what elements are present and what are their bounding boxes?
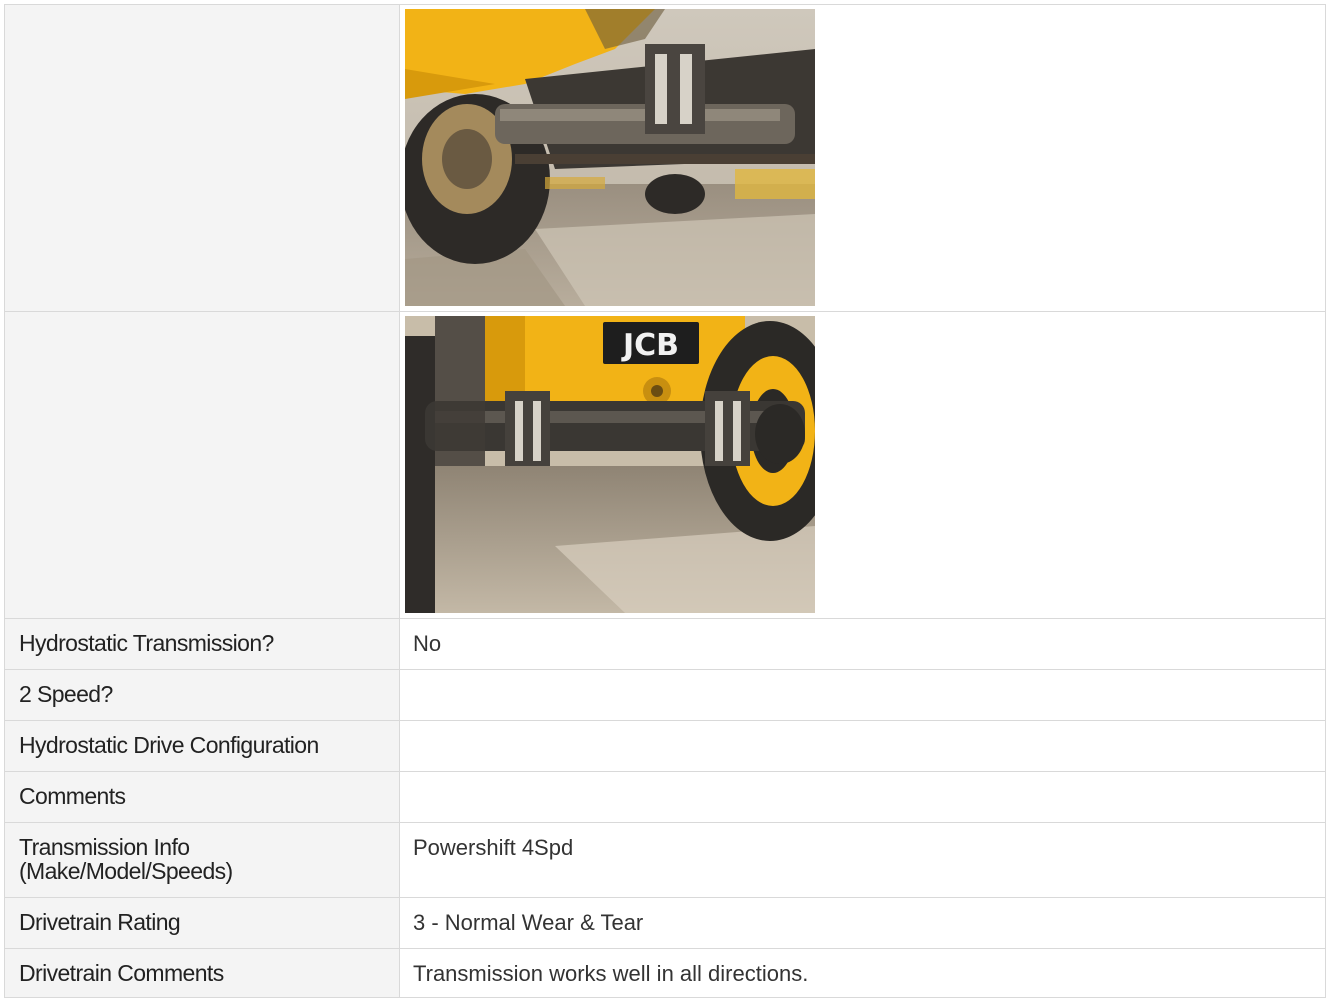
table-row: Comments xyxy=(4,772,1326,823)
inspection-table: JCB Hydrostatic Transmission? No 2 Speed… xyxy=(4,4,1326,998)
table-row: Transmission Info (Make/Model/Speeds) Po… xyxy=(4,823,1326,898)
row-value: No xyxy=(413,631,442,656)
table-row: Drivetrain Comments Transmission works w… xyxy=(4,949,1326,998)
row-value: Transmission works well in all direction… xyxy=(413,961,809,986)
row-label xyxy=(5,312,400,618)
table-row: Hydrostatic Drive Configuration xyxy=(4,721,1326,772)
axle-photo-rear[interactable] xyxy=(405,9,815,306)
row-value xyxy=(400,670,1325,720)
table-row: Hydrostatic Transmission? No xyxy=(4,619,1326,670)
jcb-logo: JCB xyxy=(621,328,679,363)
row-label: Hydrostatic Drive Configuration xyxy=(5,721,400,771)
row-label: Hydrostatic Transmission? xyxy=(5,619,400,669)
row-label: Drivetrain Rating xyxy=(5,898,400,948)
table-row xyxy=(4,5,1326,312)
table-row: JCB xyxy=(4,312,1326,619)
row-value xyxy=(400,5,1325,311)
row-value: 3 - Normal Wear & Tear xyxy=(413,910,644,935)
row-label xyxy=(5,5,400,311)
row-value xyxy=(400,721,1325,771)
table-row: Drivetrain Rating 3 - Normal Wear & Tear xyxy=(4,898,1326,949)
row-label: Comments xyxy=(5,772,400,822)
axle-photo-front[interactable]: JCB xyxy=(405,316,815,613)
row-value xyxy=(400,772,1325,822)
table-row: 2 Speed? xyxy=(4,670,1326,721)
row-label: Drivetrain Comments xyxy=(5,949,400,997)
row-value: Powershift 4Spd xyxy=(413,835,574,860)
row-label: Transmission Info (Make/Model/Speeds) xyxy=(5,823,400,897)
row-value: JCB xyxy=(400,312,1325,618)
row-label: 2 Speed? xyxy=(5,670,400,720)
